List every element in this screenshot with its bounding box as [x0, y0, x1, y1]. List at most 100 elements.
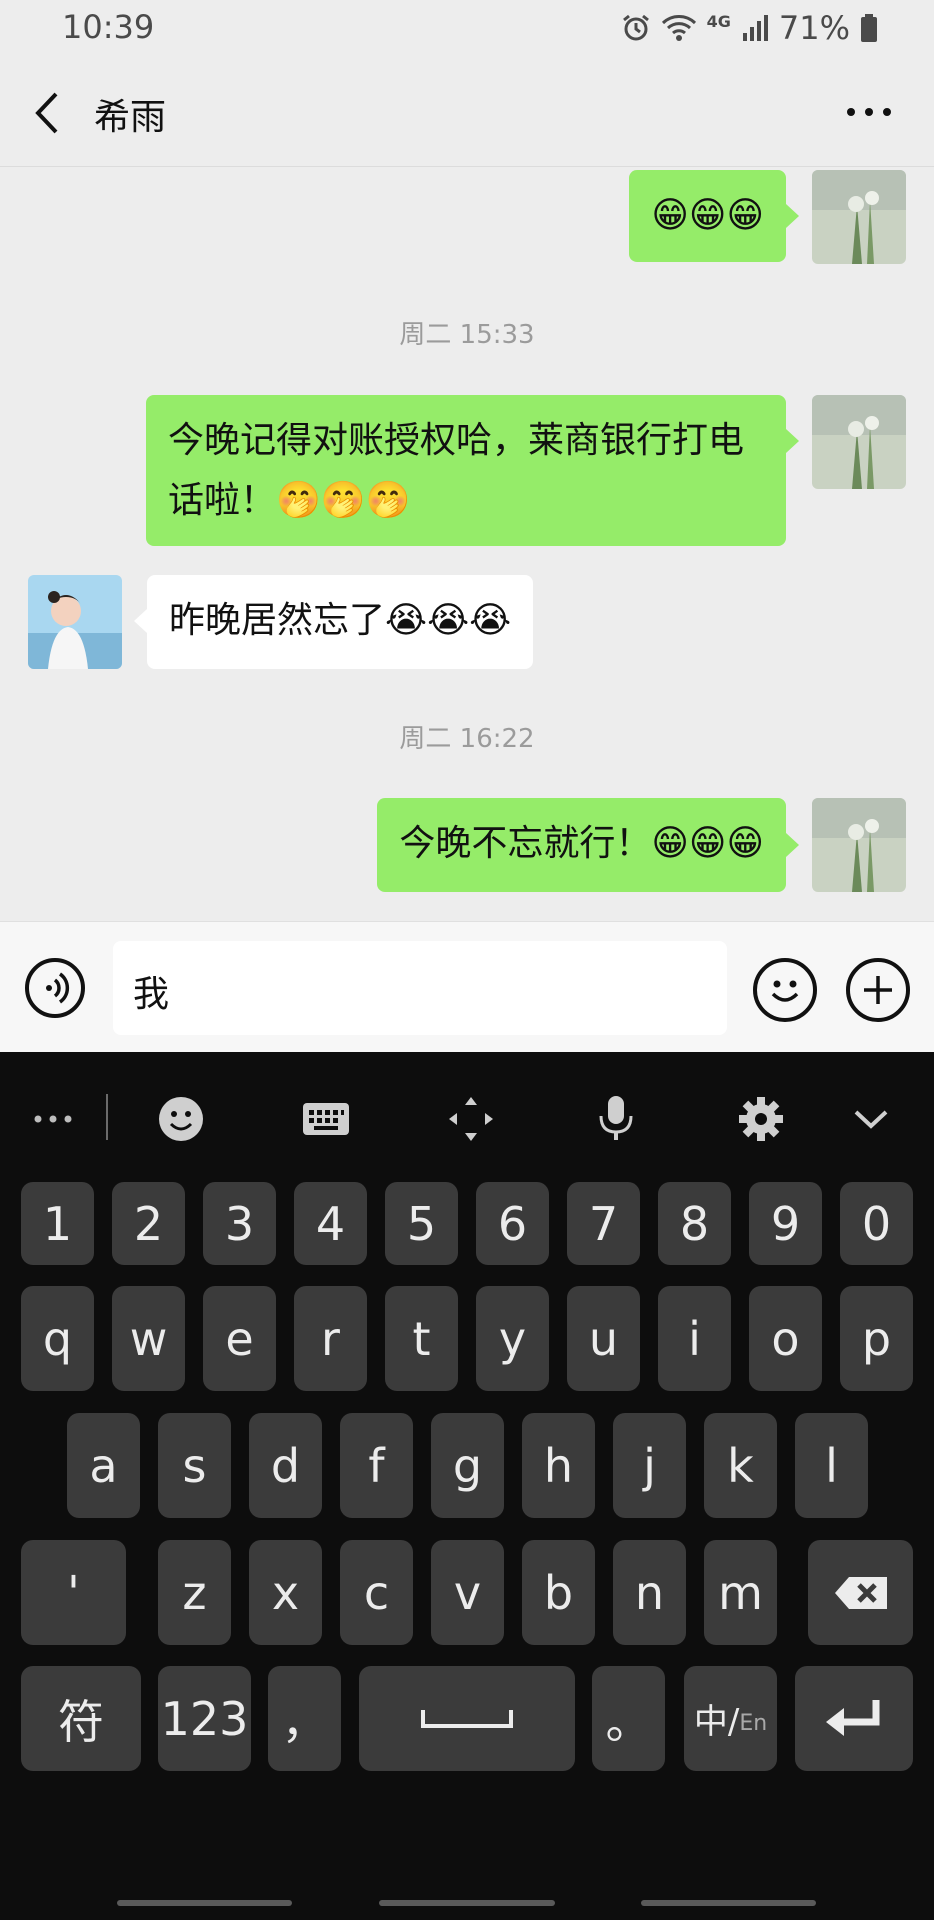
- number-mode-key[interactable]: 123: [158, 1666, 251, 1771]
- bubble-tail: [786, 429, 799, 453]
- language-switch-key[interactable]: 中/En: [684, 1666, 777, 1771]
- key-6[interactable]: 6: [476, 1182, 549, 1265]
- key-5[interactable]: 5: [385, 1182, 458, 1265]
- key-label: 5: [406, 1196, 437, 1251]
- key-e[interactable]: e: [203, 1286, 276, 1391]
- key-h[interactable]: h: [522, 1413, 595, 1518]
- key-label: f: [368, 1438, 385, 1493]
- received-message-bubble[interactable]: 昨晚居然忘了😭😭😭: [147, 575, 534, 669]
- signal-icon: [742, 15, 768, 41]
- key-c[interactable]: c: [340, 1540, 413, 1645]
- key-3[interactable]: 3: [203, 1182, 276, 1265]
- key-label: h: [543, 1438, 574, 1493]
- key-label: 2: [133, 1196, 164, 1251]
- comma-key[interactable]: ，: [268, 1666, 341, 1771]
- backspace-key[interactable]: [808, 1540, 913, 1645]
- message-text: 今晚不忘就行！😁😁😁: [399, 823, 764, 864]
- key-x[interactable]: x: [249, 1540, 322, 1645]
- key-l[interactable]: l: [795, 1413, 868, 1518]
- key-n[interactable]: n: [613, 1540, 686, 1645]
- key-z[interactable]: z: [158, 1540, 231, 1645]
- key-label: 3: [224, 1196, 255, 1251]
- toolbar-more-button[interactable]: [26, 1092, 80, 1146]
- keyboard: 1 2 3 4 5 6 7 8 9 0 q w e r t y u i o p …: [0, 1052, 934, 1920]
- key-k[interactable]: k: [704, 1413, 777, 1518]
- back-arrow-icon[interactable]: [28, 90, 68, 136]
- key-label: a: [89, 1438, 118, 1493]
- key-f[interactable]: f: [340, 1413, 413, 1518]
- key-y[interactable]: y: [476, 1286, 549, 1391]
- key-2[interactable]: 2: [112, 1182, 185, 1265]
- chevron-down-icon: [854, 1110, 888, 1129]
- my-avatar[interactable]: [812, 395, 906, 489]
- key-p[interactable]: p: [840, 1286, 913, 1391]
- my-avatar[interactable]: [812, 170, 906, 264]
- key-apostrophe[interactable]: ': [21, 1540, 126, 1645]
- key-label: 1: [42, 1196, 73, 1251]
- microphone-icon: [599, 1096, 633, 1140]
- key-v[interactable]: v: [431, 1540, 504, 1645]
- key-i[interactable]: i: [658, 1286, 731, 1391]
- key-label: ，: [281, 1694, 328, 1749]
- key-label: 6: [497, 1196, 528, 1251]
- my-avatar[interactable]: [812, 798, 906, 892]
- toolbar-emoji-button[interactable]: [154, 1092, 208, 1146]
- key-b[interactable]: b: [522, 1540, 595, 1645]
- period-key[interactable]: 。: [592, 1666, 665, 1771]
- enter-key[interactable]: [795, 1666, 913, 1771]
- key-label: w: [129, 1311, 168, 1366]
- toolbar-voice-button[interactable]: [589, 1092, 643, 1146]
- key-label: 。: [605, 1694, 652, 1749]
- wifi-icon: [661, 15, 696, 41]
- emoji-button[interactable]: [753, 958, 817, 1022]
- sent-message-bubble[interactable]: 今晚不忘就行！😁😁😁: [377, 798, 786, 892]
- key-0[interactable]: 0: [840, 1182, 913, 1265]
- key-7[interactable]: 7: [567, 1182, 640, 1265]
- timestamp: 周二 15:33: [399, 320, 535, 350]
- key-label: e: [225, 1311, 254, 1366]
- key-label: o: [771, 1311, 800, 1366]
- key-1[interactable]: 1: [21, 1182, 94, 1265]
- key-w[interactable]: w: [112, 1286, 185, 1391]
- key-m[interactable]: m: [704, 1540, 777, 1645]
- key-r[interactable]: r: [294, 1286, 367, 1391]
- key-label: t: [412, 1311, 431, 1366]
- key-label: c: [363, 1565, 390, 1620]
- sent-message-bubble[interactable]: 😁😁😁: [629, 170, 786, 262]
- more-functions-button[interactable]: [846, 958, 910, 1022]
- key-q[interactable]: q: [21, 1286, 94, 1391]
- key-s[interactable]: s: [158, 1413, 231, 1518]
- toolbar-settings-button[interactable]: [734, 1092, 788, 1146]
- space-key[interactable]: [359, 1666, 575, 1771]
- key-sublabel: En: [739, 1711, 768, 1736]
- bubble-tail: [786, 204, 799, 228]
- key-a[interactable]: a: [67, 1413, 140, 1518]
- key-label: u: [588, 1311, 619, 1366]
- symbols-key[interactable]: 符: [21, 1666, 141, 1771]
- contact-avatar[interactable]: [28, 575, 122, 669]
- toolbar-hide-button[interactable]: [844, 1092, 898, 1146]
- more-options-icon[interactable]: [844, 100, 894, 124]
- key-label: 中/: [693, 1702, 740, 1742]
- message-list[interactable]: 😁😁😁 周二 15:33 今晚记得对账授权哈，莱商银行打电话啦！🤭🤭🤭 昨晚居然…: [0, 166, 934, 921]
- key-g[interactable]: g: [431, 1413, 504, 1518]
- key-label: n: [634, 1565, 665, 1620]
- voice-input-button[interactable]: [25, 958, 85, 1018]
- key-t[interactable]: t: [385, 1286, 458, 1391]
- message-input[interactable]: 我: [113, 941, 727, 1035]
- key-d[interactable]: d: [249, 1413, 322, 1518]
- keyboard-icon: [303, 1103, 349, 1135]
- key-o[interactable]: o: [749, 1286, 822, 1391]
- sent-message-bubble[interactable]: 今晚记得对账授权哈，莱商银行打电话啦！🤭🤭🤭: [146, 395, 786, 546]
- key-u[interactable]: u: [567, 1286, 640, 1391]
- key-8[interactable]: 8: [658, 1182, 731, 1265]
- key-label: x: [271, 1565, 300, 1620]
- key-9[interactable]: 9: [749, 1182, 822, 1265]
- toolbar-keyboard-button[interactable]: [299, 1092, 353, 1146]
- contact-name: 希雨: [94, 97, 167, 138]
- nav-bar-indicator[interactable]: [379, 1900, 555, 1906]
- input-bar: 我: [0, 921, 934, 1053]
- key-j[interactable]: j: [613, 1413, 686, 1518]
- key-4[interactable]: 4: [294, 1182, 367, 1265]
- toolbar-cursor-button[interactable]: [444, 1092, 498, 1146]
